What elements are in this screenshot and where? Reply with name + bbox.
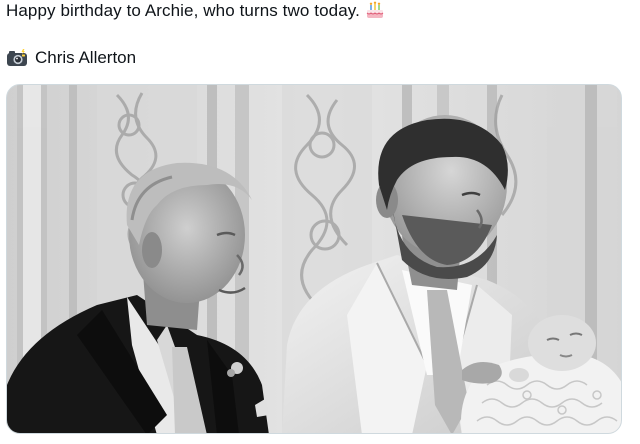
photo-credit-name: Chris Allerton [35, 48, 137, 67]
birthday-cake-icon [366, 1, 384, 18]
photo-image [7, 85, 621, 433]
camera-with-flash-icon [7, 49, 27, 66]
tweet: Happy birthday to Archie, who turns two … [0, 0, 640, 444]
photo-credit: Chris Allerton [6, 46, 136, 70]
tweet-text: Happy birthday to Archie, who turns two … [6, 0, 385, 22]
tweet-photo[interactable] [6, 84, 622, 434]
tweet-text-content: Happy birthday to Archie, who turns two … [6, 1, 360, 20]
